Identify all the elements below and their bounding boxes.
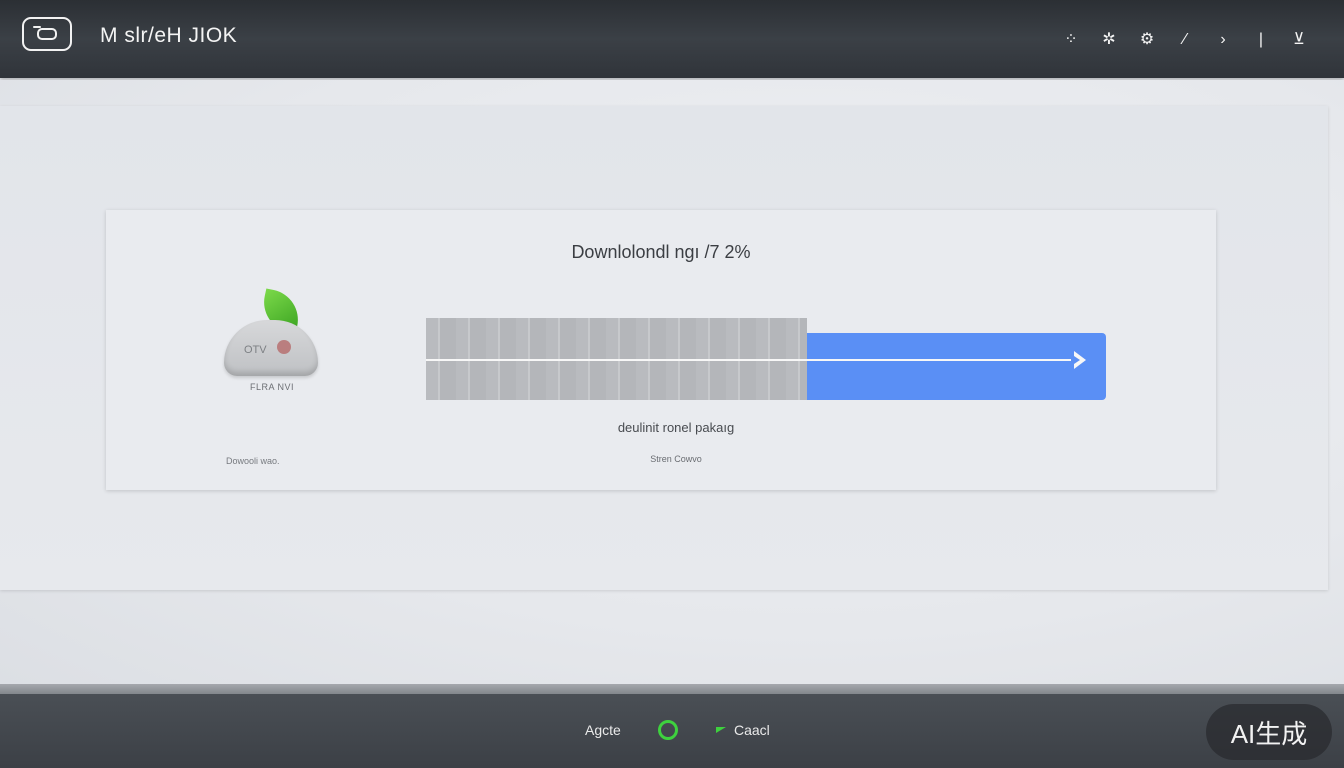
cancel-button[interactable]: Caacl [734,722,770,738]
arrow-right-icon [1071,351,1086,369]
divider-icon: | [1258,31,1264,48]
package-label: OTV [244,344,267,356]
sub-status-text: Stren Cowvo [650,454,702,464]
chevron-right-icon[interactable]: › [1204,28,1242,52]
gear-icon[interactable]: ✲ [1090,28,1128,52]
toolbar: ⁘ ✲ ⚙ ⁄ › | ⊻ [1052,28,1318,52]
nodes-icon[interactable]: ⁘ [1052,28,1090,52]
download-dialog: Downlolondl ngı /7 2% OTV FLRA NVI Dowoo… [106,210,1216,490]
download-title: Downlolondl ngı /7 2% [571,242,751,262]
flag-icon [716,727,726,733]
bottom-divider [0,684,1344,694]
package-badge [277,340,291,354]
apply-button[interactable]: Agcte [585,722,621,738]
package-caption: FLRA NVI [249,382,294,392]
package-body [224,320,318,376]
settings-icon[interactable]: ⚙ [1128,28,1166,52]
app-window: M slr/eH JIOK ⁘ ✲ ⚙ ⁄ › | ⊻ Downlolondl … [0,0,1344,768]
status-text: deulinit ronel pakaıg [617,420,735,435]
download-progress-bar [426,318,1106,400]
action-bar: Agcte Caacl [0,694,1344,768]
app-title: M slr/eH JIOK [100,24,238,47]
progress-arrow-line [426,359,1076,361]
title-bar: M slr/eH JIOK ⁘ ✲ ⚙ ⁄ › | ⊻ [0,0,1344,78]
progress-fill [807,333,1106,400]
content-area: Downlolondl ngı /7 2% OTV FLRA NVI Dowoo… [0,80,1344,684]
package-icon: OTV [222,288,322,382]
app-logo-icon [22,17,72,51]
package-footnote: Dowooli wao. [226,456,280,466]
ai-generated-watermark: AI生成 [1206,704,1332,760]
download-icon[interactable]: ⊻ [1280,28,1318,52]
status-ring-icon [658,720,678,740]
edit-icon[interactable]: ⁄ [1166,28,1204,52]
